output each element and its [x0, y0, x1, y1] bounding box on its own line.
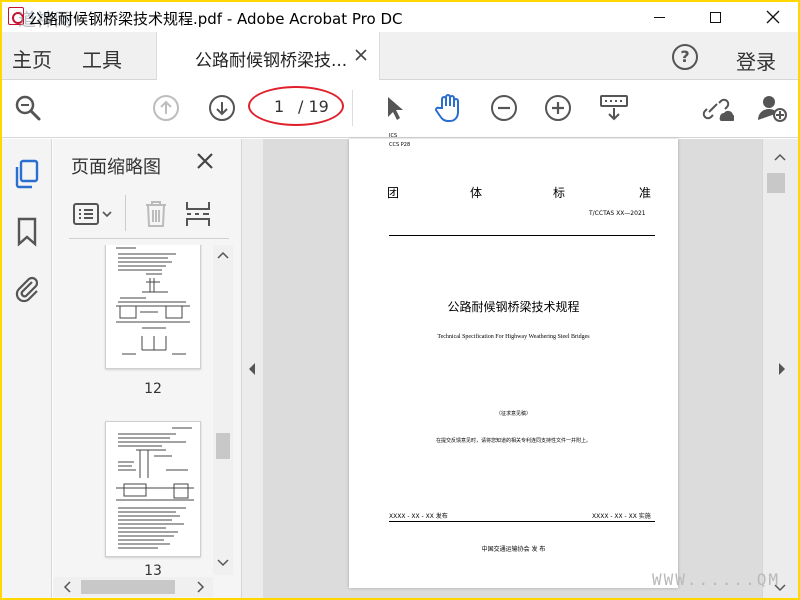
- minimize-button[interactable]: [636, 2, 682, 32]
- current-page-input[interactable]: 1: [274, 97, 284, 116]
- close-icon: [766, 10, 780, 24]
- document-area: ICS CCS P28 团 体 标 准 T/CCTAS XX—2021 公路耐候…: [263, 133, 762, 598]
- maximize-button[interactable]: [692, 2, 738, 32]
- panel-title: 页面缩略图: [71, 157, 161, 178]
- ics-code: ICS: [389, 133, 398, 139]
- pdf-page: ICS CCS P28 团 体 标 准 T/CCTAS XX—2021 公路耐候…: [349, 133, 678, 588]
- add-user-icon[interactable]: [756, 92, 788, 124]
- thumbnail-vertical-scrollbar[interactable]: [213, 245, 233, 575]
- thumbnail-page-13[interactable]: [105, 421, 201, 557]
- thumbnail-list: 12 13: [69, 245, 213, 575]
- tab-close-icon[interactable]: [355, 44, 367, 66]
- zoom-search-icon[interactable]: [12, 92, 44, 124]
- draft-note: （征求意见稿）: [495, 411, 531, 417]
- left-rail: [2, 139, 52, 598]
- horizontal-scroll-thumb[interactable]: [81, 580, 175, 594]
- patent-notice: 在提交反馈意见时，请将您知道的相关专利连同支持性文件一并附上。: [435, 438, 591, 444]
- std-type-2: 体: [470, 186, 483, 200]
- scroll-left-arrow-icon[interactable]: [63, 581, 71, 593]
- attachment-icon[interactable]: [10, 271, 44, 305]
- tab-tools[interactable]: 工具: [82, 44, 122, 73]
- page-thumbnails-icon[interactable]: [10, 157, 44, 191]
- publisher: 中国交通运输协会 发 布: [481, 546, 546, 553]
- scroll-right-arrow-icon[interactable]: [197, 581, 205, 593]
- collapse-panel-icon[interactable]: [248, 363, 256, 375]
- panel-splitter[interactable]: [241, 139, 263, 598]
- panel-toolbar: [69, 191, 229, 239]
- thumbnail-label-12: 12: [144, 381, 162, 397]
- std-type-4: 准: [639, 186, 652, 200]
- scroll-up-arrow-icon[interactable]: [217, 251, 229, 259]
- delete-page-icon[interactable]: [143, 199, 169, 233]
- page-number-field[interactable]: 1 / 19: [254, 93, 338, 121]
- ccs-code: CCS P28: [389, 142, 411, 148]
- minimize-icon: [653, 16, 665, 18]
- panel-close-icon[interactable]: [197, 149, 213, 175]
- toolbar: 1 / 19: [2, 80, 798, 138]
- title-english: Technical Specification For Highway Weat…: [437, 334, 590, 340]
- std-type-1: 团: [387, 186, 400, 200]
- issue-date: XXXX - XX - XX 发布: [389, 513, 448, 520]
- thumbnail-preview: [116, 247, 190, 355]
- window-title: 公路耐候钢桥梁技术规程.pdf - Adobe Acrobat Pro DC: [28, 10, 403, 28]
- total-pages-label: / 19: [298, 97, 329, 116]
- zoom-out-icon[interactable]: [488, 92, 520, 124]
- implementation-date: XXXX - XX - XX 实施: [592, 513, 651, 520]
- std-type-3: 标: [553, 186, 566, 200]
- keyboard-scroll-icon[interactable]: [598, 92, 630, 124]
- toolbar-divider: [352, 90, 353, 126]
- corner-watermark: WWW......QM: [652, 570, 780, 589]
- bookmark-icon[interactable]: [10, 215, 44, 249]
- maximize-icon: [709, 11, 721, 23]
- scroll-down-arrow-icon[interactable]: [217, 559, 229, 567]
- title-bar: 道神网 公路耐候钢桥梁技术规程.pdf - Adobe Acrobat Pro …: [2, 2, 798, 32]
- doc-scroll-thumb[interactable]: [767, 173, 785, 193]
- title-chinese: 公路耐候钢桥梁技术规程: [447, 300, 580, 314]
- doc-scroll-up-icon[interactable]: [774, 153, 786, 161]
- tab-home[interactable]: 主页: [12, 44, 52, 73]
- expand-right-panel-icon[interactable]: [778, 363, 786, 375]
- thumbnail-page-12[interactable]: [105, 245, 201, 369]
- footer-rule: [389, 521, 655, 522]
- tab-bar: 主页 工具 公路耐候钢桥梁技... ? 登录: [2, 32, 798, 80]
- thumbnail-scroll-thumb[interactable]: [216, 433, 230, 459]
- insert-page-icon[interactable]: [185, 199, 211, 233]
- hand-tool-icon[interactable]: [432, 92, 464, 124]
- zoom-in-icon[interactable]: [542, 92, 574, 124]
- previous-page-icon[interactable]: [150, 92, 182, 124]
- acrobat-window: 道神网 公路耐候钢桥梁技术规程.pdf - Adobe Acrobat Pro …: [2, 2, 798, 598]
- thumbnail-preview: [116, 427, 194, 549]
- login-button[interactable]: 登录: [736, 46, 776, 75]
- thumbnail-label-13: 13: [144, 563, 162, 575]
- help-icon[interactable]: ?: [672, 44, 698, 70]
- close-window-button[interactable]: [750, 2, 796, 32]
- panel-divider: [125, 195, 126, 231]
- standard-number: T/CCTAS XX—2021: [589, 210, 646, 217]
- tab-document[interactable]: 公路耐候钢桥梁技...: [156, 32, 380, 80]
- tab-document-label: 公路耐候钢桥梁技...: [195, 51, 348, 71]
- thumbnails-panel: 页面缩略图 12 13: [53, 139, 241, 598]
- share-link-icon[interactable]: [702, 92, 734, 124]
- thumbnail-horizontal-scrollbar[interactable]: [53, 577, 213, 597]
- header-rule: [389, 235, 655, 236]
- options-menu-icon[interactable]: [73, 201, 113, 231]
- next-page-icon[interactable]: [206, 92, 238, 124]
- select-cursor-icon[interactable]: [378, 92, 410, 124]
